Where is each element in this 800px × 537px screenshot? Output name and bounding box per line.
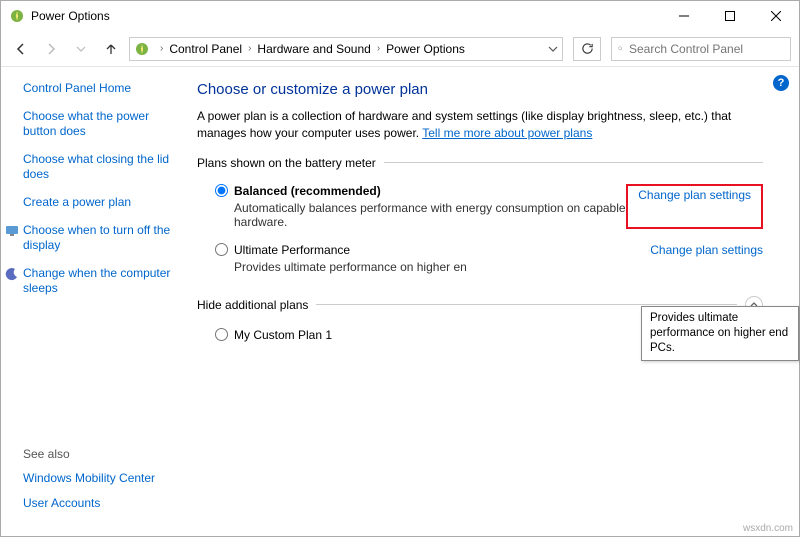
divider: [316, 304, 737, 305]
plan-balanced: Balanced (recommended) Automatically bal…: [197, 180, 763, 233]
help-icon[interactable]: ?: [773, 75, 789, 91]
window-title: Power Options: [31, 9, 661, 23]
page-heading: Choose or customize a power plan: [197, 81, 763, 98]
watermark: wsxdn.com: [743, 523, 793, 534]
learn-more-link[interactable]: Tell me more about power plans: [422, 126, 592, 140]
search-icon: [618, 42, 623, 55]
display-icon: [5, 224, 19, 238]
see-also-user-accounts[interactable]: User Accounts: [23, 496, 155, 512]
divider: [384, 162, 763, 163]
highlight-box: Change plan settings: [626, 184, 763, 229]
chevron-right-icon: ›: [244, 43, 255, 54]
breadcrumb-item[interactable]: Hardware and Sound: [257, 42, 370, 56]
radio-input[interactable]: [215, 243, 228, 256]
plan-desc: Automatically balances performance with …: [234, 201, 634, 229]
window-controls: [661, 1, 799, 31]
breadcrumb[interactable]: › Control Panel › Hardware and Sound › P…: [129, 37, 563, 61]
change-plan-settings-link[interactable]: Change plan settings: [638, 188, 751, 202]
chevron-right-icon: ›: [156, 43, 167, 54]
maximize-button[interactable]: [707, 1, 753, 31]
see-also-mobility-center[interactable]: Windows Mobility Center: [23, 471, 155, 487]
sidebar-link-sleep[interactable]: Change when the computer sleeps: [23, 266, 181, 297]
search-input[interactable]: [629, 42, 784, 56]
recent-dropdown[interactable]: [69, 37, 93, 61]
close-button[interactable]: [753, 1, 799, 31]
plan-radio-balanced[interactable]: Balanced (recommended): [215, 184, 634, 198]
titlebar: Power Options: [1, 1, 799, 31]
minimize-button[interactable]: [661, 1, 707, 31]
sidebar-link-display-off[interactable]: Choose when to turn off the display: [23, 223, 181, 254]
up-button[interactable]: [99, 37, 123, 61]
sidebar: Control Panel Home Choose what the power…: [1, 67, 191, 536]
refresh-button[interactable]: [573, 37, 601, 61]
sleep-icon: [5, 267, 19, 281]
plan-radio-custom[interactable]: My Custom Plan 1: [215, 328, 650, 342]
plan-radio-ultimate[interactable]: Ultimate Performance: [215, 243, 650, 257]
forward-button[interactable]: [39, 37, 63, 61]
main-panel: Choose or customize a power plan A power…: [191, 67, 799, 536]
page-description: A power plan is a collection of hardware…: [197, 108, 763, 142]
see-also: See also Windows Mobility Center User Ac…: [23, 447, 155, 522]
power-icon: [134, 41, 150, 57]
sidebar-link-power-button[interactable]: Choose what the power button does: [23, 109, 181, 140]
plan-ultimate: Ultimate Performance Provides ultimate p…: [197, 239, 763, 278]
chevron-right-icon: ›: [373, 43, 384, 54]
see-also-header: See also: [23, 447, 155, 461]
breadcrumb-dropdown[interactable]: [548, 44, 558, 54]
change-plan-settings-link[interactable]: Change plan settings: [650, 243, 763, 274]
breadcrumb-item[interactable]: Power Options: [386, 42, 465, 56]
sidebar-link-create-plan[interactable]: Create a power plan: [23, 195, 181, 211]
radio-input[interactable]: [215, 328, 228, 341]
navbar: › Control Panel › Hardware and Sound › P…: [1, 31, 799, 67]
radio-input[interactable]: [215, 184, 228, 197]
sidebar-link-lid[interactable]: Choose what closing the lid does: [23, 152, 181, 183]
back-button[interactable]: [9, 37, 33, 61]
tooltip: Provides ultimate performance on higher …: [641, 306, 799, 361]
search-box[interactable]: [611, 37, 791, 61]
app-icon: [9, 8, 25, 24]
section-battery-plans: Plans shown on the battery meter: [197, 156, 763, 170]
breadcrumb-item[interactable]: Control Panel: [169, 42, 242, 56]
plan-desc: Provides ultimate performance on higher …: [234, 260, 650, 274]
control-panel-home-link[interactable]: Control Panel Home: [23, 81, 181, 97]
